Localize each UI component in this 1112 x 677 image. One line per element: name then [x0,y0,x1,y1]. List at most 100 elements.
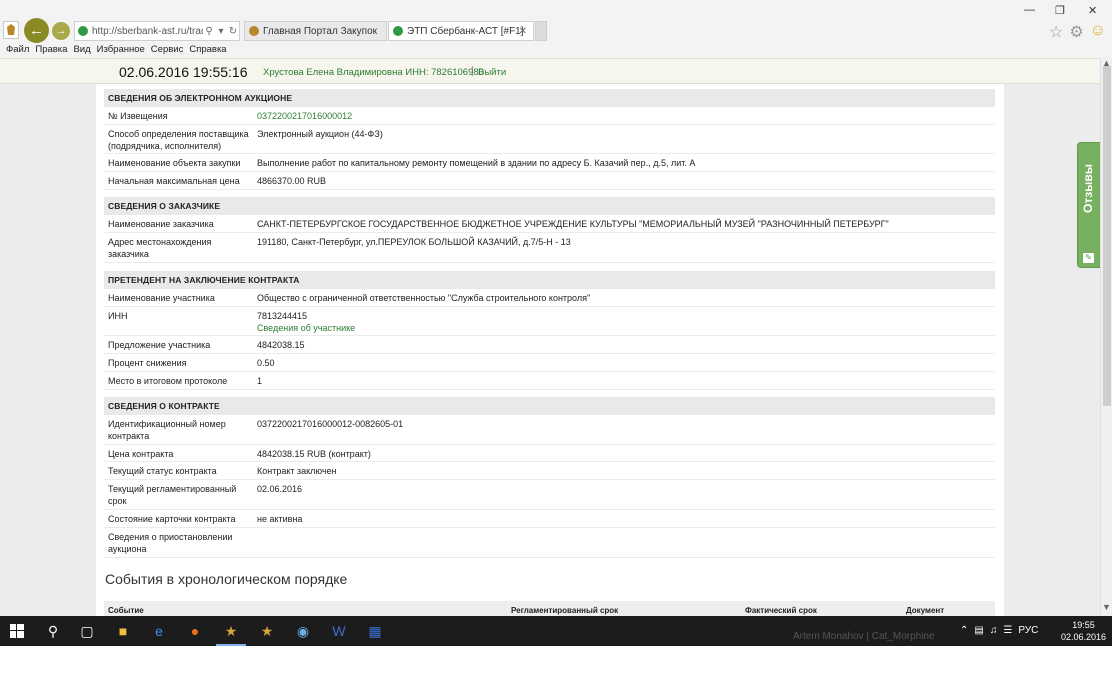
row-label: Место в итоговом протоколе [108,376,228,386]
search-icon[interactable]: ⚲ [203,26,215,37]
network-icon[interactable]: ▤ [974,625,983,636]
participant-info-link[interactable]: Сведения об участнике [257,323,355,333]
col-event: Событие [108,606,144,615]
table-row: Наименование заказчика САНКТ-ПЕТЕРБУРГСК… [104,215,995,233]
row-label: Начальная максимальная цена [108,176,240,186]
row-value: не активна [257,514,303,524]
volume-icon[interactable]: ♫ [990,625,998,636]
table-row: Наименование объекта закупки Выполнение … [104,154,995,172]
taskbar: ⚲ ▢ ■ e ● ★ ★ ◉ W ▦ Artem Monahov | Cat_… [0,616,1112,646]
close-icon[interactable]: ✕ [519,26,527,37]
menu-view[interactable]: Вид [73,44,90,58]
row-label: Цена контракта [108,449,174,459]
section-contract-title: СВЕДЕНИЯ О КОНТРАКТЕ [104,397,995,415]
task-view-icon[interactable]: ▢ [76,620,98,642]
system-clock[interactable]: 19:55 02.06.2016 [1061,619,1106,643]
firefox-icon[interactable]: ● [184,620,206,642]
menu-edit[interactable]: Правка [35,44,67,58]
forward-arrow-icon[interactable]: → [52,22,70,40]
events-table-header: Событие Регламентированный срок Фактичес… [104,601,995,616]
table-row: Идентификационный номер контракта 037220… [104,415,995,445]
table-row: № Извещения 0372200217016000012 [104,107,995,125]
header-date: 02.06.2016 [119,64,190,80]
menu-favorites[interactable]: Избранное [97,44,145,58]
minimize-icon[interactable]: — [1024,4,1035,16]
row-label: Процент снижения [108,358,187,368]
vertical-scrollbar[interactable]: ▲ ▼ [1100,58,1112,616]
table-row: Процент снижения 0.50 [104,354,995,372]
windows-start-icon[interactable] [6,620,28,642]
row-label: Наименование заказчика [108,219,214,229]
tab-portal[interactable]: Главная Портал Закупок [244,21,387,41]
notification-icon[interactable]: ☰ [1003,625,1012,636]
row-value: Общество с ограниченной ответственностью… [257,293,591,303]
paint-icon[interactable]: ◉ [292,620,314,642]
row-label: Способ определения поставщика (подрядчик… [108,129,249,151]
table-row: Текущий регламентированный срок 02.06.20… [104,480,995,510]
word-icon[interactable]: W [328,620,350,642]
save-disk-icon[interactable]: ▦ [364,620,386,642]
notice-number-link[interactable]: 0372200217016000012 [257,110,352,122]
address-bar[interactable]: http://sberbank-ast.ru/trad ⚲ ▾ ↻ [74,21,240,41]
header-user[interactable]: Хрустова Елена Владимировна ИНН: 7826106… [263,67,484,78]
col-regulated-term: Регламентированный срок [511,606,619,615]
row-label: Состояние карточки контракта [108,514,236,524]
address-url[interactable]: http://sberbank-ast.ru/trad [92,26,203,37]
close-window-icon[interactable]: ✕ [1088,4,1097,17]
chevron-up-icon[interactable]: ⌃ [960,625,968,636]
row-label: Текущий статус контракта [108,466,217,476]
scroll-down-icon[interactable]: ▼ [1102,602,1111,612]
col-document: Документ [906,606,945,615]
sberbank-favicon-icon [78,26,88,36]
menu-help[interactable]: Справка [189,44,226,58]
inn-value: 7813244415 [257,311,308,321]
smiley-icon[interactable]: ☺ [1090,22,1106,42]
menu-tools[interactable]: Сервис [151,44,184,58]
header-separator: | [471,66,474,77]
internet-explorer-icon[interactable]: e [148,620,170,642]
table-row: Текущий статус контракта Контракт заключ… [104,462,995,480]
sberbank-favicon-icon [393,26,403,36]
row-label: Текущий регламентированный срок [108,484,237,506]
row-label: № Извещения [108,111,168,121]
emblem-icon [249,26,259,36]
emblem-app-icon[interactable]: ★ [220,620,242,642]
scrollbar-thumb[interactable] [1103,66,1111,406]
emblem-app-icon[interactable]: ★ [256,620,278,642]
row-value: 4842038.15 [257,340,305,350]
logout-link[interactable]: Выйти [478,67,506,78]
row-label: Адрес местонахождения заказчика [108,237,212,259]
file-explorer-icon[interactable]: ■ [112,620,134,642]
maximize-icon[interactable]: ❐ [1055,4,1065,17]
browser-window: ← → http://sberbank-ast.ru/trad ⚲ ▾ ↻ Гл… [0,0,1112,646]
row-value: 02.06.2016 [257,484,303,494]
browser-toolbar: ← → http://sberbank-ast.ru/trad ⚲ ▾ ↻ Гл… [0,0,1112,44]
refresh-icon[interactable]: ↻ [227,26,239,37]
col-actual-term: Фактический срок [745,606,817,615]
tab-etp[interactable]: ЭТП Сбербанк-АСТ [#F1] ✕ [388,21,534,41]
events-title: События в хронологическом порядке [105,571,348,587]
feedback-tab[interactable]: Отзывы ✎ [1077,142,1100,268]
new-tab-button[interactable] [535,21,547,41]
language-indicator[interactable]: РУС [1018,625,1038,636]
clock-date: 02.06.2016 [1061,632,1107,642]
feedback-label: Отзывы [1081,163,1095,213]
menu-bar: Файл Правка Вид Избранное Сервис Справка [0,44,1112,58]
system-tray: ⌃ ▤ ♫ ☰ РУС [960,625,1038,636]
page-header: 02.06.2016 19:55:16 Хрустова Елена Влади… [0,58,1100,84]
table-row: Наименование участника Общество с ограни… [104,289,995,307]
favorites-star-icon[interactable]: ☆ [1049,22,1063,42]
row-value: 1 [257,376,263,386]
row-label: ИНН [108,311,128,321]
dropdown-chevron-icon[interactable]: ▾ [215,26,227,37]
gear-icon[interactable]: ⚙ [1069,22,1083,42]
menu-file[interactable]: Файл [6,44,29,58]
table-row: Сведения о приостановлении аукциона [104,528,995,558]
main-content: СВЕДЕНИЯ ОБ ЭЛЕКТРОННОМ АУКЦИОНЕ № Извещ… [96,84,1004,616]
back-arrow-icon[interactable]: ← [24,18,49,43]
search-icon[interactable]: ⚲ [42,620,64,642]
row-value: 4866370.00 RUB [257,176,327,186]
row-value: 7813244415 Сведения об участнике [257,310,355,334]
site-emblem-icon[interactable] [3,21,19,39]
table-row: Цена контракта 4842038.15 RUB (контракт) [104,445,995,462]
